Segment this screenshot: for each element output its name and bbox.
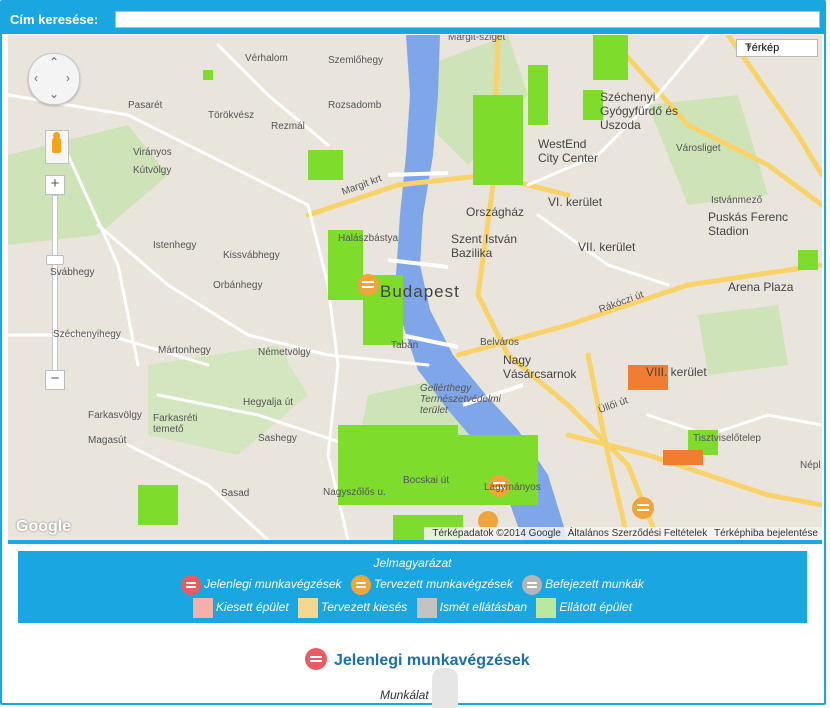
- legend-item-ellatott: Ellátott épület: [536, 598, 632, 618]
- pan-control[interactable]: ⌃ ⌄ ‹ ›: [28, 53, 80, 105]
- map-label: Kissvábhegy: [223, 250, 280, 261]
- zoom-in-button[interactable]: +: [45, 175, 65, 195]
- map-label: Gellérthegy Természetvédelmi terület: [420, 383, 501, 416]
- map-label: Arena Plaza: [728, 280, 794, 294]
- map-label: Halászbástya: [338, 233, 399, 244]
- planned-work-icon: [350, 575, 371, 595]
- legend-item-planned: Tervezett munkavégzések: [350, 575, 513, 595]
- map-label: Németvölgy: [258, 347, 311, 358]
- map-label: Svábhegy: [50, 267, 95, 278]
- current-work-icon: [305, 648, 327, 670]
- map-label: Belváros: [480, 337, 519, 348]
- map-label: Hegyalja út: [243, 397, 294, 408]
- legend-item-kiesett: Kiesett épület: [192, 598, 289, 618]
- legend-title: Jelmagyarázat: [373, 556, 452, 570]
- legend-label: Tervezett kiesés: [321, 600, 408, 615]
- map-label: Városliget: [676, 143, 721, 154]
- legend-swatch: [298, 598, 318, 618]
- pan-up-icon[interactable]: ⌃: [49, 55, 59, 69]
- legend-icon-row: Jelenlegi munkavégzések Tervezett munkav…: [18, 575, 807, 595]
- map-type-selector[interactable]: Térkép ▼: [736, 39, 818, 57]
- map-label: Bocskai út: [403, 475, 450, 486]
- section-title: Jelenlegi munkavégzések: [334, 652, 530, 669]
- map-label: Népl: [800, 460, 821, 471]
- pan-right-icon[interactable]: ›: [66, 71, 70, 85]
- legend-label: Ismét ellátásban: [439, 600, 527, 615]
- map-label: Pasarét: [128, 100, 163, 111]
- search-bar: Cím keresése:: [2, 2, 824, 34]
- map-area[interactable]: Térkép ▼ ⌃ ⌄ ‹ › + − Margit-sziget Vérha…: [8, 35, 822, 544]
- map-label: Virányos: [133, 147, 172, 158]
- map-label: Széchenyihegy: [53, 329, 121, 340]
- map-label: Szemlőhegy: [328, 55, 384, 66]
- map-label: Orbánhegy: [213, 280, 263, 291]
- legend-label: Jelenlegi munkavégzések: [204, 577, 342, 592]
- legend-item-finished: Befejezett munkák: [522, 575, 644, 595]
- map-label: Törökvész: [208, 110, 255, 121]
- map-label: WestEnd City Center: [538, 137, 599, 165]
- map-label: Lágymányos: [484, 482, 541, 493]
- legend-swatch: [416, 598, 437, 618]
- chevron-down-icon: ▼: [745, 43, 753, 52]
- legend-swatch: [536, 598, 557, 618]
- map-label: Puskás Ferenc Stadion: [708, 210, 789, 238]
- legend-swatch: [192, 598, 213, 618]
- map-label: Nagyszőlős u.: [323, 487, 386, 498]
- legend-label: Kiesett épület: [215, 600, 289, 615]
- legend-label: Tervezett munkavégzések: [373, 577, 513, 592]
- legend-square-row: Kiesett épület Tervezett kiesés Ismét el…: [18, 598, 807, 618]
- map-label: Vérhalom: [245, 53, 288, 64]
- map-label: Nagy Vásárcsarnok: [503, 353, 577, 381]
- legend-panel: Jelmagyarázat Jelenlegi munkavégzések Te…: [18, 551, 807, 623]
- legend-label: Befejezett munkák: [545, 577, 644, 592]
- zoom-slider-knob[interactable]: [46, 255, 64, 265]
- map-label: Rozsadomb: [328, 100, 382, 111]
- finished-work-icon: [522, 575, 543, 595]
- map-label: Farkasréti temető: [153, 413, 198, 435]
- terms-link[interactable]: Általános Szerződési Feltételek: [568, 528, 708, 539]
- legend-item-ismet: Ismét ellátásban: [416, 598, 527, 618]
- scroll-ghost-shape: [432, 668, 458, 708]
- legend-label: Ellátott épület: [559, 600, 633, 615]
- zoom-slider-track[interactable]: [52, 195, 58, 377]
- map-label: Magasút: [88, 435, 127, 446]
- map-attribution: Térképadatok ©2014 Google Általános Szer…: [424, 527, 822, 540]
- report-error-link[interactable]: Térképhiba bejelentése: [714, 528, 818, 539]
- pan-left-icon[interactable]: ‹: [34, 71, 38, 85]
- search-label: Cím keresése:: [10, 12, 99, 27]
- map-label: Szent István Bazilika: [451, 232, 518, 260]
- map-label: Margit-sziget: [448, 35, 506, 43]
- map-label: Tisztviselőtelep: [693, 433, 761, 444]
- map-label: Istvánmező: [711, 195, 763, 206]
- legend-item-current: Jelenlegi munkavégzések: [181, 575, 342, 595]
- map-label: Sashegy: [258, 433, 297, 444]
- map-label: Mártonhegy: [158, 345, 211, 356]
- pan-down-icon[interactable]: ⌄: [49, 87, 59, 101]
- current-work-icon: [181, 575, 202, 595]
- zoom-out-button[interactable]: −: [45, 370, 65, 390]
- map-label-city: Budapest: [380, 282, 460, 301]
- street-view-pegman-icon[interactable]: [45, 130, 69, 164]
- legend-item-tervezett-kieses: Tervezett kiesés: [298, 598, 407, 618]
- map-label: Istenhegy: [153, 240, 197, 251]
- map-label: Tabán: [391, 340, 419, 351]
- address-search-input[interactable]: [115, 11, 820, 28]
- map-data-credit: Térképadatok ©2014 Google: [432, 528, 561, 539]
- map-label: VI. kerület: [548, 195, 603, 209]
- map-label: Országház: [466, 205, 525, 219]
- map-label: Rezmál: [271, 121, 305, 132]
- map-label: Széchenyi Gyógyfürdő és Uszoda: [600, 90, 679, 132]
- section-subtitle: Munkálat: [380, 688, 429, 702]
- map-label: Kútvölgy: [133, 165, 172, 176]
- map-label: Sasad: [221, 488, 250, 499]
- pegman-body: [52, 137, 61, 153]
- map-label: Farkasvölgy: [88, 410, 142, 421]
- map-label: VII. kerület: [578, 240, 636, 254]
- map-label: VIII. kerület: [646, 365, 707, 379]
- google-logo: Google: [16, 518, 72, 535]
